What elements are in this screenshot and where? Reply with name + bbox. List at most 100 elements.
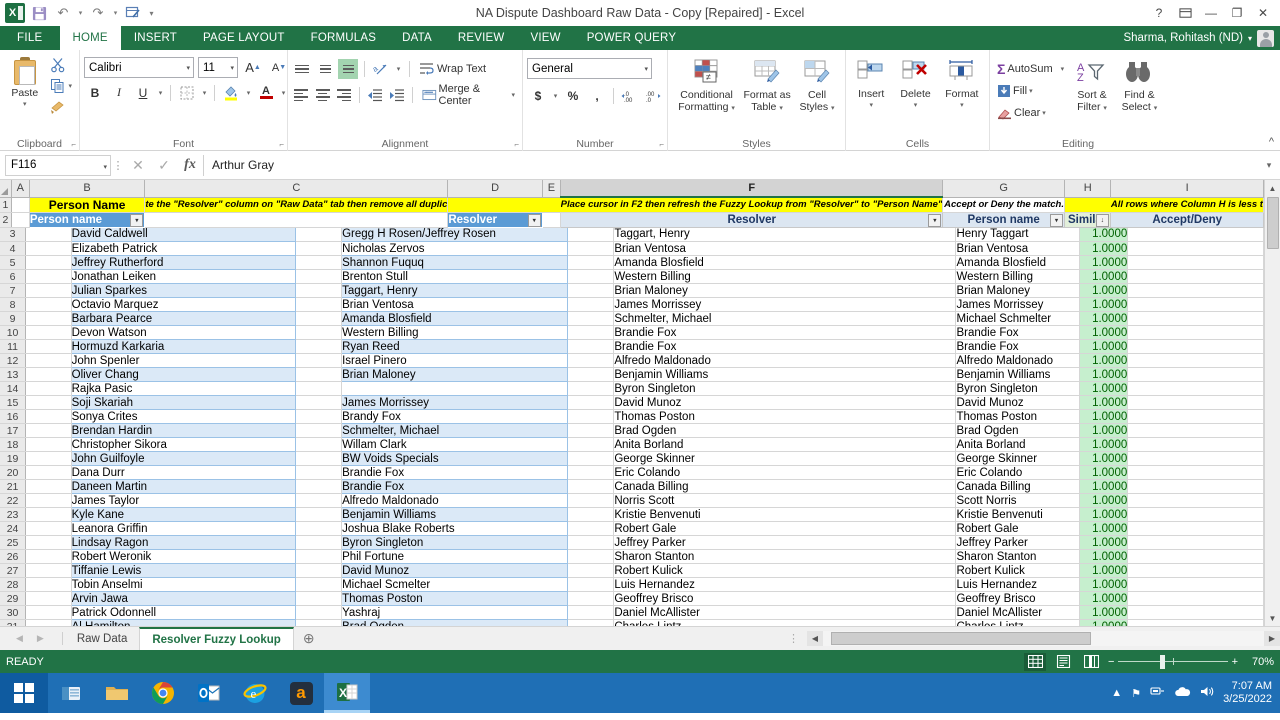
cell-c[interactable] <box>295 395 343 410</box>
cell-resolver-f[interactable]: Brian Maloney <box>613 283 957 298</box>
hscroll-left-button[interactable]: ◀ <box>807 631 823 646</box>
currency-format-button[interactable]: $ <box>527 85 549 106</box>
sort-filter-button[interactable]: AZ Sort & Filter ▾ <box>1071 57 1113 115</box>
network-icon[interactable] <box>1150 685 1165 701</box>
cell-person-name-g[interactable]: Charles Lintz <box>955 619 1080 626</box>
row-header[interactable]: 13 <box>0 367 27 382</box>
cell-resolver-f[interactable]: Benjamin Williams <box>613 367 957 382</box>
cell-resolver-f[interactable]: Brian Ventosa <box>613 241 957 256</box>
table-row[interactable]: 13 Oliver Chang Brian Maloney Benjamin Will… <box>0 367 1264 382</box>
cell-accept-deny-i[interactable] <box>1127 521 1264 536</box>
cell-c[interactable] <box>295 255 343 270</box>
cell-person-name-b[interactable]: Rajka Pasic <box>70 381 296 396</box>
previous-sheet-button[interactable]: ◀ <box>16 633 23 644</box>
cell-c1-note[interactable]: te the "Resolver" column on "Raw Data" t… <box>144 197 449 213</box>
cell-person-name-b[interactable]: Leanora Griffin <box>70 521 296 536</box>
cell-accept-deny-i[interactable] <box>1127 563 1264 578</box>
cell-e[interactable] <box>567 409 615 424</box>
cell-accept-deny-i[interactable] <box>1127 423 1264 438</box>
cell-e[interactable] <box>567 227 615 242</box>
table-row[interactable]: 9 Barbara Pearce Amanda Blosfield Schmelter… <box>0 311 1264 326</box>
cell-a2[interactable] <box>11 212 30 228</box>
cell-person-name-b[interactable]: Jeffrey Rutherford <box>70 255 296 270</box>
cell-similarity-h[interactable]: 1.0000 <box>1079 437 1129 452</box>
number-dialog-launcher[interactable]: ⌐ <box>659 140 664 149</box>
cell-a[interactable] <box>25 325 72 340</box>
table-row[interactable]: 3 David Caldwell Gregg H Rosen/Jeffrey Ros… <box>0 227 1264 242</box>
cell-similarity-h[interactable]: 1.0000 <box>1079 563 1129 578</box>
comma-format-button[interactable]: , <box>586 85 608 106</box>
taskbar-outlook[interactable] <box>186 673 232 713</box>
cell-a[interactable] <box>25 437 72 452</box>
cell-similarity-h[interactable]: 1.0000 <box>1079 507 1129 522</box>
cell-a[interactable] <box>25 353 72 368</box>
cell-similarity-h[interactable]: 1.0000 <box>1079 549 1129 564</box>
action-center-flag-icon[interactable]: ⚑ <box>1131 687 1141 700</box>
cell-accept-deny-i[interactable] <box>1127 339 1264 354</box>
cell-similarity-h[interactable]: 1.0000 <box>1079 339 1129 354</box>
cell-e[interactable] <box>567 339 615 354</box>
row-header[interactable]: 27 <box>0 563 27 578</box>
clear-button[interactable]: Clear ▾ <box>994 103 1067 123</box>
add-sheet-button[interactable]: ⊕ <box>294 627 324 650</box>
row-header[interactable]: 21 <box>0 479 27 494</box>
cell-e[interactable] <box>567 577 615 592</box>
paste-button[interactable]: Paste ▾ <box>4 53 45 111</box>
undo-icon[interactable]: ↶ <box>52 2 74 24</box>
scroll-down-button[interactable]: ▼ <box>1264 610 1280 626</box>
cell-resolver-d[interactable]: Gregg H Rosen/Jeffrey Rosen <box>341 227 568 242</box>
cell-resolver-d[interactable]: Joshua Blake Roberts <box>341 521 568 536</box>
cell-person-name-b[interactable]: John Guilfoyle <box>70 451 296 466</box>
alignment-dialog-launcher[interactable]: ⌐ <box>514 140 519 149</box>
normal-view-button[interactable] <box>1024 652 1046 671</box>
cell-resolver-f[interactable]: Amanda Blosfield <box>613 255 957 270</box>
cell-similarity-h[interactable]: 1.0000 <box>1079 493 1129 508</box>
cell-person-name-b[interactable]: Julian Sparkes <box>70 283 296 298</box>
row-header[interactable]: 22 <box>0 493 27 508</box>
cell-e[interactable] <box>567 241 615 256</box>
cell-person-name-g[interactable]: Robert Kulick <box>955 563 1080 578</box>
cell-e[interactable] <box>567 283 615 298</box>
cell-person-name-g[interactable]: Scott Norris <box>955 493 1080 508</box>
font-color-caret[interactable]: ▾ <box>279 82 288 103</box>
row-header[interactable]: 18 <box>0 437 27 452</box>
cell-person-name-g[interactable]: George Skinner <box>955 451 1080 466</box>
format-cells-button[interactable]: Format ▾ <box>939 56 985 112</box>
cell-e1-note[interactable] <box>542 197 561 213</box>
cell-resolver-d[interactable]: Brad Ogden <box>341 619 568 626</box>
cell-resolver-f[interactable]: Alfredo Maldonado <box>613 353 957 368</box>
cell-resolver-f[interactable]: Canada Billing <box>613 479 957 494</box>
underline-button[interactable]: U <box>132 82 154 103</box>
cell-c[interactable] <box>295 353 343 368</box>
table-row[interactable]: 22 James Taylor Alfredo Maldonado Norris Sc… <box>0 493 1264 508</box>
collapse-ribbon-button[interactable]: ^ <box>1269 136 1274 148</box>
table-row[interactable]: 27 Tiffanie Lewis David Munoz Robert Kulick… <box>0 563 1264 578</box>
table-row[interactable]: 12 John Spenler Israel Pinero Alfredo Maldo… <box>0 353 1264 368</box>
number-format-select[interactable]: General ▾ <box>527 58 652 79</box>
cell-c[interactable] <box>295 591 343 606</box>
cell-c2[interactable] <box>144 212 449 228</box>
cell-person-name-g[interactable]: Robert Gale <box>955 521 1080 536</box>
cell-resolver-d[interactable]: Byron Singleton <box>341 535 568 550</box>
volume-icon[interactable] <box>1200 685 1214 701</box>
borders-caret[interactable]: ▾ <box>200 82 209 103</box>
column-header-g[interactable]: G <box>942 180 1065 198</box>
cell-person-name-g[interactable]: Benjamin Williams <box>955 367 1080 382</box>
tab-home[interactable]: HOME <box>59 26 121 50</box>
column-header-c[interactable]: C <box>144 180 449 198</box>
cell-resolver-d[interactable]: Ryan Reed <box>341 339 568 354</box>
scroll-up-button[interactable]: ▲ <box>1264 180 1280 196</box>
cell-resolver-f[interactable]: David Munoz <box>613 395 957 410</box>
cell-a[interactable] <box>25 451 72 466</box>
cell-accept-deny-i[interactable] <box>1127 409 1264 424</box>
cell-a[interactable] <box>25 619 72 626</box>
cell-person-name-b[interactable]: Sonya Crites <box>70 409 296 424</box>
cell-e[interactable] <box>567 563 615 578</box>
cell-a[interactable] <box>25 535 72 550</box>
column-header-f[interactable]: F <box>560 180 944 198</box>
row-header[interactable]: 15 <box>0 395 27 410</box>
row-header[interactable]: 12 <box>0 353 27 368</box>
cell-person-name-g[interactable]: Amanda Blosfield <box>955 255 1080 270</box>
cell-similarity-h[interactable]: 1.0000 <box>1079 367 1129 382</box>
cell-resolver-d[interactable]: Brenton Stull <box>341 269 568 284</box>
